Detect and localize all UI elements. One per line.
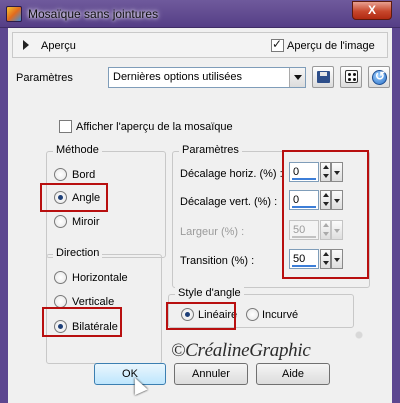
param-transition-label: Transition (%) : [180, 255, 255, 267]
expand-triangle-icon[interactable] [23, 40, 29, 50]
lineaire-highlight [166, 302, 236, 330]
parameters-highlight [282, 150, 369, 279]
window-title: Mosaïque sans jointures [28, 7, 159, 21]
tiling-preview-label[interactable]: Afficher l'aperçu de la mosaïque [76, 121, 233, 133]
watermark: ©CréalineGraphic [171, 340, 311, 361]
direction-horizontale-label[interactable]: Horizontale [72, 272, 128, 284]
method-miroir-label[interactable]: Miroir [72, 216, 100, 228]
param-vert-offset-label: Décalage vert. (%) : [180, 196, 278, 208]
radio-method-miroir[interactable] [54, 215, 67, 228]
floppy-disk-icon [317, 71, 330, 83]
show-image-checkbox[interactable] [271, 37, 284, 52]
save-preset-button[interactable] [312, 66, 334, 88]
radio-direction-horizontale[interactable] [54, 271, 67, 284]
parameters-title: Paramètres [179, 144, 242, 156]
help-button[interactable]: Aide [256, 363, 330, 385]
settings-label: Paramètres [16, 72, 73, 84]
corner-incurve-label[interactable]: Incurvé [262, 309, 298, 321]
preview-expander-label[interactable]: Aperçu [41, 40, 76, 52]
radio-method-bord[interactable] [54, 168, 67, 181]
param-width-label: Largeur (%) : [180, 226, 245, 238]
app-icon [6, 6, 22, 22]
bilaterale-highlight [42, 307, 122, 337]
chevron-down-icon[interactable] [289, 68, 305, 87]
window-frame-left [0, 28, 8, 403]
radio-corner-incurve[interactable] [246, 308, 259, 321]
preset-value: Dernières options utilisées [113, 71, 243, 83]
corner-style-title: Style d'angle [175, 287, 244, 299]
method-title: Méthode [53, 144, 102, 156]
settings-row: Paramètres Dernières options utilisées [12, 64, 390, 92]
preset-dropdown[interactable]: Dernières options utilisées [108, 67, 306, 88]
cancel-button[interactable]: Annuler [174, 363, 248, 385]
preview-row: Aperçu Aperçu de l'image [12, 32, 388, 58]
angle-highlight [40, 183, 108, 212]
sparkle-decoration-icon [324, 300, 394, 370]
method-bord-label[interactable]: Bord [72, 169, 95, 181]
param-horiz-offset-label: Décalage horiz. (%) : [180, 168, 283, 180]
show-image-label[interactable]: Aperçu de l'image [287, 40, 375, 52]
reset-button[interactable] [368, 66, 390, 88]
close-button[interactable]: X [352, 1, 392, 20]
reset-icon [372, 69, 387, 85]
direction-title: Direction [53, 247, 103, 259]
tiling-preview-checkbox[interactable] [59, 120, 72, 133]
dice-icon [345, 70, 358, 83]
randomize-button[interactable] [340, 66, 362, 88]
title-bar[interactable]: Mosaïque sans jointures X [0, 0, 400, 28]
